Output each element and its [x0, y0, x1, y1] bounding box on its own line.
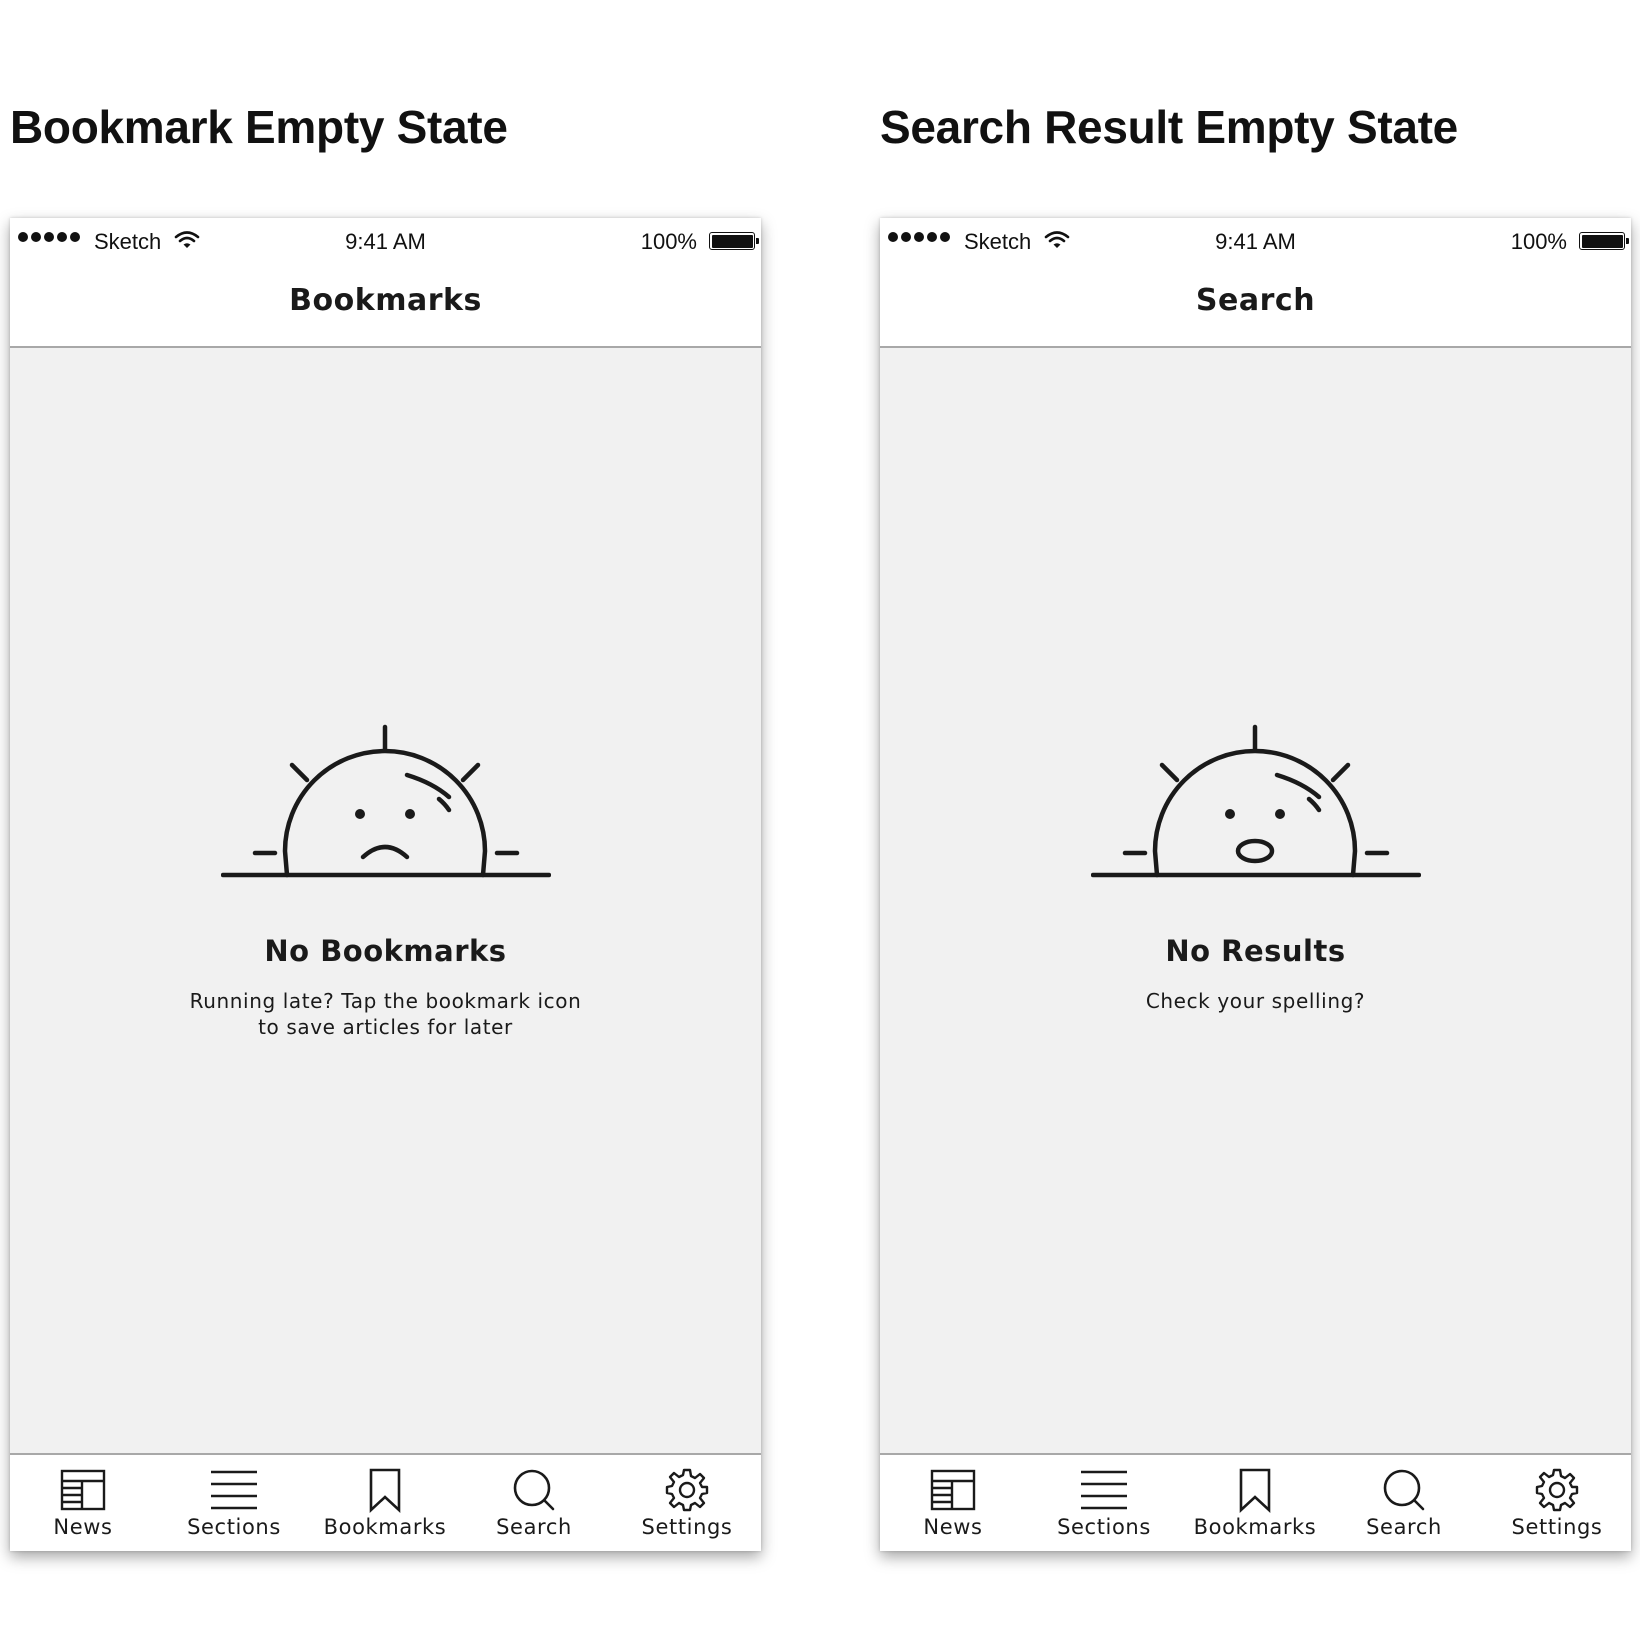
- status-bar: Sketch 9:41 AM 100%: [880, 218, 1631, 268]
- battery-percentage: 100%: [1510, 229, 1567, 254]
- tab-search[interactable]: Search: [459, 1455, 609, 1551]
- search-empty-state-heading: Search Result Empty State: [880, 101, 1458, 153]
- newspaper-icon: [930, 1469, 976, 1511]
- tab-label: Bookmarks: [323, 1515, 447, 1539]
- tab-search[interactable]: Search: [1329, 1455, 1479, 1551]
- battery-percentage: 100%: [640, 229, 697, 254]
- tab-news[interactable]: News: [10, 1455, 158, 1551]
- tab-label: Sections: [1057, 1515, 1151, 1539]
- tab-bookmarks[interactable]: Bookmarks: [1180, 1455, 1330, 1551]
- tab-label: Search: [1366, 1515, 1442, 1539]
- sad-sun-illustration: [221, 724, 551, 878]
- gear-icon: [1535, 1468, 1579, 1512]
- menu-lines-icon: [211, 1470, 257, 1510]
- bookmark-empty-state-heading: Bookmark Empty State: [10, 101, 508, 153]
- tab-label: Bookmarks: [1193, 1515, 1317, 1539]
- empty-state-message-line: Check your spelling?: [1145, 989, 1366, 1013]
- empty-state-title: No Bookmarks: [264, 934, 507, 968]
- tab-sections[interactable]: Sections: [1029, 1455, 1179, 1551]
- tab-label: News: [923, 1515, 983, 1539]
- empty-state-message: Running late? Tap the bookmark icon to s…: [10, 988, 761, 1040]
- empty-state-message-line: to save articles for later: [258, 1015, 513, 1039]
- tab-label: Settings: [641, 1515, 733, 1539]
- nav-title: Search: [1195, 283, 1316, 318]
- battery-icon: [1579, 232, 1629, 250]
- navigation-bar: Bookmarks: [10, 268, 761, 348]
- tab-sections[interactable]: Sections: [159, 1455, 309, 1551]
- tab-label: Sections: [187, 1515, 281, 1539]
- tab-settings[interactable]: Settings: [1482, 1455, 1631, 1551]
- gear-icon: [665, 1468, 709, 1512]
- surprised-sun-illustration: [1091, 724, 1421, 878]
- search-icon: [513, 1469, 555, 1511]
- tab-settings[interactable]: Settings: [612, 1455, 761, 1551]
- bookmark-icon: [1239, 1468, 1271, 1513]
- battery-icon: [709, 232, 759, 250]
- tab-bar: News Sections Bookmarks Search Settings: [880, 1453, 1631, 1551]
- search-icon: [1383, 1469, 1425, 1511]
- tab-bookmarks[interactable]: Bookmarks: [310, 1455, 460, 1551]
- tab-label: Settings: [1511, 1515, 1603, 1539]
- nav-title: Bookmarks: [289, 283, 482, 318]
- tab-label: News: [53, 1515, 113, 1539]
- status-bar: Sketch 9:41 AM 100%: [10, 218, 761, 268]
- tab-label: Search: [496, 1515, 572, 1539]
- bookmarks-phone-screen: Sketch 9:41 AM 100% Bookmarks No Bookmar…: [10, 218, 761, 1551]
- newspaper-icon: [60, 1469, 106, 1511]
- empty-state-message: Check your spelling?: [880, 988, 1631, 1014]
- tab-news[interactable]: News: [880, 1455, 1028, 1551]
- empty-state-message-line: Running late? Tap the bookmark icon: [189, 989, 582, 1013]
- empty-state-title: No Results: [1165, 934, 1346, 968]
- bookmark-icon: [369, 1468, 401, 1513]
- search-phone-screen: Sketch 9:41 AM 100% Search No Results Ch…: [880, 218, 1631, 1551]
- menu-lines-icon: [1081, 1470, 1127, 1510]
- navigation-bar: Search: [880, 268, 1631, 348]
- tab-bar: News Sections Bookmarks Search Settings: [10, 1453, 761, 1551]
